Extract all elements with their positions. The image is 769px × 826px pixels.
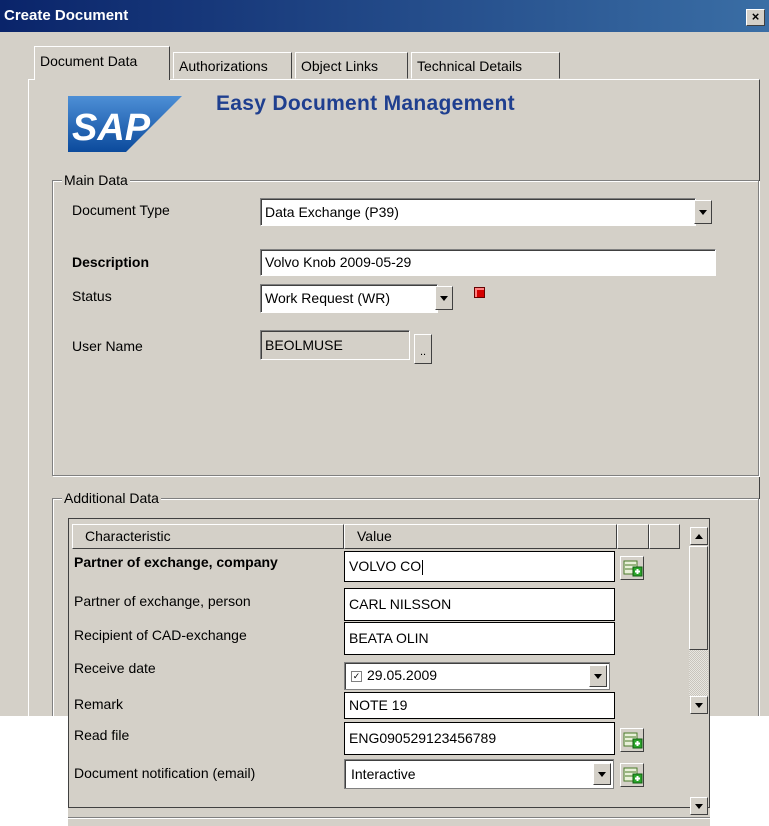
- remark-value: NOTE 19: [349, 697, 408, 713]
- tab-technical-details[interactable]: Technical Details: [411, 52, 560, 79]
- receive-date-dropdown-button[interactable]: [589, 665, 607, 687]
- column-header-label: Value: [357, 528, 392, 544]
- sap-logo-text: SAP: [72, 107, 151, 149]
- read-file-value: ENG090529123456789: [349, 730, 497, 746]
- scroll-up-button[interactable]: [690, 527, 708, 545]
- scroll-down-icon: [695, 702, 703, 708]
- notification-value: Interactive: [351, 766, 416, 782]
- column-header-characteristic[interactable]: Characteristic: [72, 524, 344, 549]
- close-icon: ×: [751, 9, 760, 24]
- status-dropdown-button[interactable]: [435, 286, 453, 310]
- receive-date-value: 29.05.2009: [367, 667, 438, 683]
- add-value-button[interactable]: [620, 728, 644, 752]
- scroll-down-button[interactable]: [690, 696, 708, 714]
- additional-data-title: Additional Data: [62, 490, 161, 506]
- table-row-label: Document notification (email): [74, 765, 256, 781]
- create-document-dialog: Create Document × Document Data Authoriz…: [0, 0, 769, 826]
- table-scroll-thumb[interactable]: [689, 546, 708, 650]
- tab-label: Authorizations: [179, 58, 268, 74]
- add-row-icon: [623, 732, 643, 749]
- partner-person-value: CARL NILSSON: [349, 596, 452, 612]
- column-header-label: Characteristic: [85, 528, 171, 544]
- user-name-field: BEOLMUSE: [260, 330, 410, 360]
- remark-input[interactable]: NOTE 19: [344, 692, 615, 719]
- tab-object-links[interactable]: Object Links: [295, 52, 408, 79]
- tab-label: Document Data: [40, 53, 138, 69]
- recipient-value: BEATA OLIN: [349, 630, 429, 646]
- recipient-input[interactable]: BEATA OLIN: [344, 622, 615, 655]
- add-value-button[interactable]: [620, 556, 644, 580]
- document-type-dropdown-button[interactable]: [694, 200, 712, 224]
- table-row-label: Partner of exchange, person: [74, 593, 251, 609]
- partner-person-input[interactable]: CARL NILSSON: [344, 588, 615, 621]
- table-row-label: Read file: [74, 727, 130, 743]
- status-select[interactable]: Work Request (WR): [260, 284, 438, 313]
- app-title: Easy Document Management: [216, 92, 515, 115]
- table-row-label: Recipient of CAD-exchange: [74, 627, 247, 643]
- scroll-up-icon: [695, 533, 703, 539]
- column-header-empty: [649, 524, 680, 549]
- add-row-icon: [623, 767, 643, 784]
- table-row-label: Remark: [74, 696, 124, 712]
- status-label: Status: [72, 288, 112, 304]
- browse-label: ..: [419, 346, 427, 358]
- receive-date-picker[interactable]: ✓ 29.05.2009: [344, 662, 610, 690]
- notification-select[interactable]: Interactive: [344, 759, 614, 789]
- partner-company-input[interactable]: VOLVO CO: [344, 551, 615, 582]
- add-row-icon: [623, 560, 643, 577]
- screenshot-gap: [710, 716, 769, 826]
- column-header-value[interactable]: Value: [344, 524, 617, 549]
- scroll-down-icon: [695, 803, 703, 809]
- tab-document-data[interactable]: Document Data: [34, 46, 170, 80]
- partner-company-value: VOLVO CO: [349, 558, 422, 574]
- window-title: Create Document: [4, 7, 129, 24]
- status-icon: [474, 287, 485, 298]
- user-name-browse-button[interactable]: ..: [414, 334, 432, 364]
- add-value-button[interactable]: [620, 763, 644, 787]
- sap-logo: SAP: [68, 96, 182, 152]
- column-header-empty: [617, 524, 649, 549]
- screenshot-gap: [0, 716, 68, 826]
- read-file-input[interactable]: ENG090529123456789: [344, 722, 615, 755]
- table-row-label: Partner of exchange, company: [74, 554, 278, 570]
- text-cursor: [422, 559, 424, 575]
- user-name-value: BEOLMUSE: [265, 337, 343, 353]
- receive-date-checkbox[interactable]: ✓: [351, 671, 362, 682]
- document-type-value: Data Exchange (P39): [265, 204, 399, 220]
- document-type-label: Document Type: [72, 202, 170, 218]
- tab-authorizations[interactable]: Authorizations: [173, 52, 292, 79]
- table-row-label: Receive date: [74, 660, 156, 676]
- document-type-select[interactable]: Data Exchange (P39): [260, 198, 696, 226]
- description-label: Description: [72, 254, 150, 270]
- tab-label: Object Links: [301, 58, 379, 74]
- title-bar: Create Document: [0, 0, 769, 32]
- tab-label: Technical Details: [417, 58, 523, 74]
- user-name-label: User Name: [72, 338, 143, 354]
- close-button[interactable]: ×: [746, 9, 765, 26]
- description-value: Volvo Knob 2009-05-29: [265, 254, 412, 270]
- notification-dropdown-button[interactable]: [593, 763, 611, 785]
- scroll-down-button[interactable]: [690, 797, 708, 815]
- main-data-title: Main Data: [62, 172, 130, 188]
- status-value: Work Request (WR): [265, 290, 390, 306]
- description-input[interactable]: Volvo Knob 2009-05-29: [260, 249, 716, 276]
